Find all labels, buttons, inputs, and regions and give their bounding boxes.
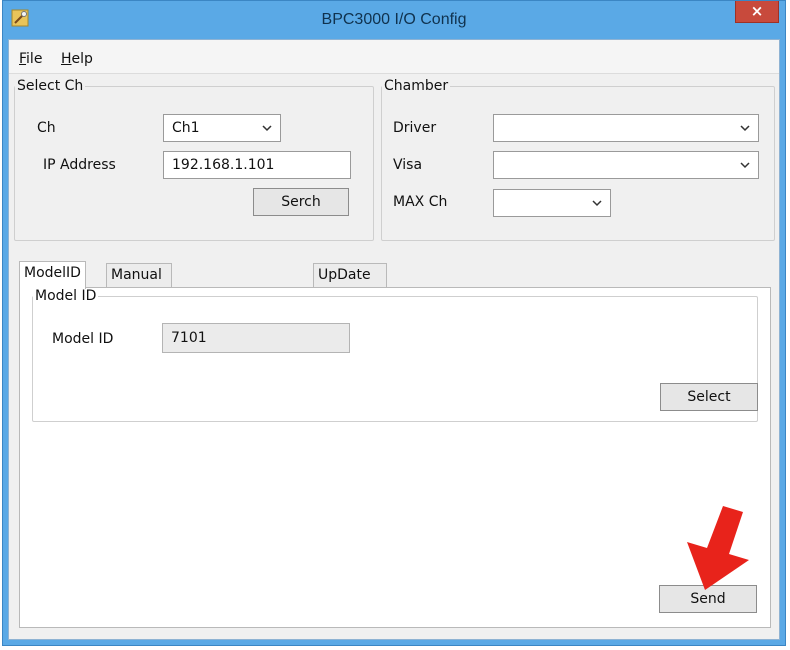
close-button[interactable]: × bbox=[735, 1, 779, 23]
ch-select-value: Ch1 bbox=[172, 120, 200, 136]
ch-select[interactable]: Ch1 bbox=[163, 114, 281, 142]
close-icon: × bbox=[750, 2, 764, 20]
tab-manual-set-ip-address[interactable]: Manual Set IP Address bbox=[106, 263, 172, 329]
chamber-legend: Chamber bbox=[384, 78, 449, 94]
max-ch-label: MAX Ch bbox=[393, 194, 448, 210]
select-ch-legend: Select Ch bbox=[17, 78, 84, 94]
chevron-down-icon bbox=[740, 125, 750, 132]
red-arrow-icon bbox=[687, 506, 749, 590]
tab-modelid[interactable]: ModelID bbox=[19, 261, 86, 289]
visa-label: Visa bbox=[393, 157, 423, 173]
client-area: File Help Select Ch Ch Ch1 IP Address 19… bbox=[8, 39, 780, 640]
search-button[interactable]: Serch bbox=[253, 188, 349, 216]
chevron-down-icon bbox=[262, 125, 272, 132]
chevron-down-icon bbox=[740, 162, 750, 169]
chevron-down-icon bbox=[592, 200, 602, 207]
menu-bar: File Help bbox=[9, 40, 779, 74]
app-window: BPC3000 I/O Config × File Help Select Ch… bbox=[2, 0, 786, 646]
model-id-label: Model ID bbox=[52, 331, 114, 347]
tab-update-firmware[interactable]: UpDate Firmware bbox=[313, 263, 388, 306]
menu-help[interactable]: Help bbox=[61, 51, 93, 67]
visa-select[interactable] bbox=[493, 151, 759, 179]
ip-address-label: IP Address bbox=[43, 157, 116, 173]
model-id-value: 7101 bbox=[171, 330, 207, 346]
model-id-field: 7101 bbox=[162, 323, 350, 353]
window-title: BPC3000 I/O Config bbox=[321, 11, 467, 28]
max-ch-select[interactable] bbox=[493, 189, 611, 217]
ip-address-input[interactable]: 192.168.1.101 bbox=[163, 151, 351, 179]
menu-file[interactable]: File bbox=[19, 51, 42, 67]
ch-label: Ch bbox=[37, 120, 56, 136]
select-button[interactable]: Select bbox=[660, 383, 758, 411]
tab-panel-modelid: Model ID Model ID 7101 Select bbox=[19, 287, 771, 628]
model-id-legend: Model ID bbox=[35, 288, 97, 304]
driver-select[interactable] bbox=[493, 114, 759, 142]
ip-address-value: 192.168.1.101 bbox=[172, 157, 275, 173]
model-id-group: Model ID bbox=[32, 288, 758, 422]
driver-label: Driver bbox=[393, 120, 437, 136]
title-bar[interactable]: BPC3000 I/O Config × bbox=[3, 1, 785, 39]
